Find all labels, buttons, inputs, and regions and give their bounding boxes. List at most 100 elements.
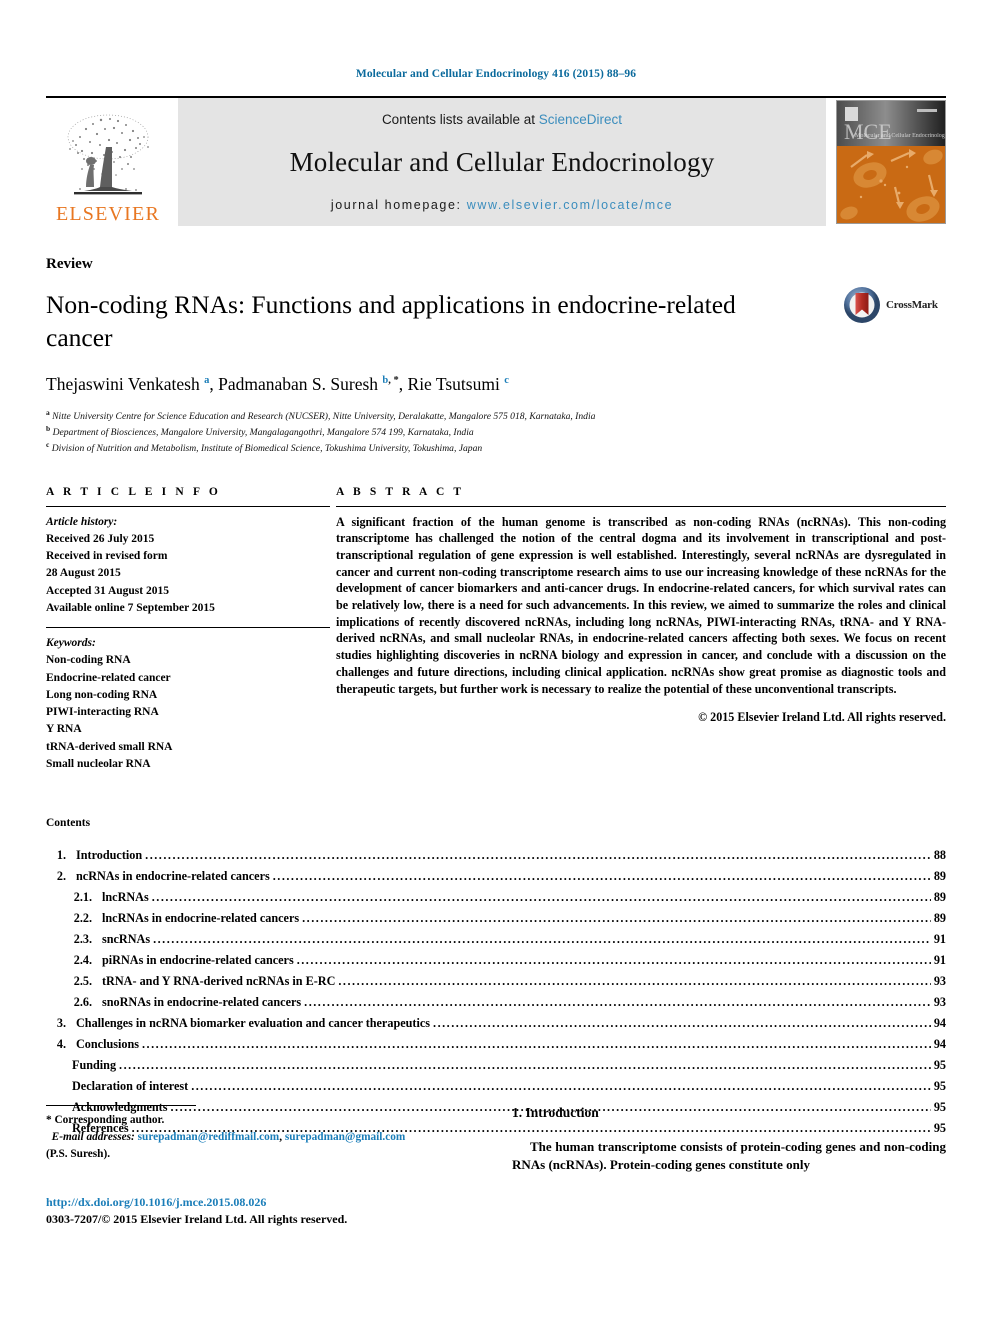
toc-leader-dots: ........................................…	[338, 974, 930, 989]
toc-entry-label: Funding	[72, 1057, 117, 1072]
article-info-heading: A R T I C L E I N F O	[46, 485, 221, 498]
toc-entry-label: sncRNAs	[102, 932, 151, 947]
elsevier-logo: ELSEVIER	[46, 98, 170, 226]
email-label: E-mail addresses:	[51, 1130, 135, 1143]
affiliation-list: a Nitte University Centre for Science Ed…	[46, 408, 946, 455]
masthead-center-panel: Contents lists available at ScienceDirec…	[178, 98, 826, 226]
page-title: Non-coding RNAs: Functions and applicati…	[46, 290, 736, 352]
elsevier-wordmark: ELSEVIER	[55, 203, 161, 225]
toc-entry-number: 1.	[56, 848, 66, 863]
article-history-label: Article history:	[46, 515, 118, 528]
abstract-heading: A B S T R A C T	[336, 485, 465, 498]
abstract-body: A significant fraction of the human geno…	[336, 514, 946, 696]
svg-text:MCE: MCE	[844, 119, 892, 144]
crossmark-icon	[844, 287, 880, 323]
keyword-item: Endocrine-related cancer	[46, 671, 171, 684]
keyword-item: Non-coding RNA	[46, 654, 131, 667]
toc-entry-page: 93	[933, 995, 946, 1010]
sciencedirect-link[interactable]: ScienceDirect	[539, 112, 622, 127]
issn-copyright-line: 0303-7207/© 2015 Elsevier Ireland Ltd. A…	[46, 1211, 348, 1226]
toc-entry[interactable]: 1. Introduction..........................…	[46, 845, 946, 866]
info-abstract-section: A R T I C L E I N F O Article history: R…	[46, 486, 946, 774]
toc-entry-number: 2.5.	[73, 974, 92, 989]
toc-entry-number: 2.3.	[73, 932, 92, 947]
article-history-line: 28 August 2015	[46, 567, 121, 580]
crossmark-badge[interactable]: CrossMark	[842, 282, 946, 328]
article-info-column: A R T I C L E I N F O Article history: R…	[46, 486, 330, 774]
contents-available-line: Contents lists available at ScienceDirec…	[382, 112, 622, 127]
toc-entry-page: 89	[933, 869, 946, 884]
toc-entry-number: 2.	[56, 869, 66, 884]
journal-masthead: ELSEVIER Contents lists available at Sci…	[46, 96, 946, 226]
article-type-label: Review	[46, 256, 93, 272]
toc-entry-number: 4.	[56, 1037, 66, 1051]
toc-entry-label: snoRNAs in endocrine-related cancers	[102, 995, 302, 1010]
toc-entry-number: 2.2.	[73, 911, 92, 926]
toc-entry-number: 3.	[56, 1016, 66, 1031]
journal-cover-thumbnail: MCE Molecular and Cellular Endocrinology	[836, 100, 946, 224]
article-history-line: Received 26 July 2015	[46, 532, 155, 545]
corresponding-author-line: * Corresponding author.	[46, 1114, 165, 1126]
contents-available-prefix: Contents lists available at	[381, 112, 539, 127]
keyword-item: PIWI-interacting RNA	[46, 706, 159, 719]
toc-entry-number: 2.1.	[73, 890, 92, 905]
toc-entry-page: 91	[933, 953, 946, 968]
introduction-column: 1. Introduction The human transcriptome …	[512, 1105, 946, 1227]
toc-entry[interactable]: 2.5. tRNA- and Y RNA-derived ncRNAs in E-…	[46, 971, 946, 992]
toc-leader-dots: ........................................…	[296, 953, 931, 968]
toc-entry[interactable]: 2.3. sncRNAs.............................…	[46, 929, 946, 950]
article-history-lines: Received 26 July 2015 Received in revised…	[46, 531, 330, 617]
toc-entry-label: Conclusions	[76, 1037, 139, 1051]
abstract-column: A B S T R A C T A significant fraction o…	[330, 486, 946, 774]
crossmark-label: CrossMark	[886, 299, 938, 311]
toc-entry[interactable]: 2.4. piRNAs in endocrine-related cancers.…	[46, 950, 946, 971]
journal-title: Molecular and Cellular Endocrinology	[289, 147, 715, 177]
toc-entry[interactable]: 2.1. lncRNAs.............................…	[46, 887, 946, 908]
title-block: Review Non-coding RNAs: Functions and ap…	[46, 256, 946, 456]
corresponding-author-name: (P.S. Suresh).	[46, 1147, 111, 1160]
doi-link[interactable]: http://dx.doi.org/10.1016/j.mce.2015.08.…	[46, 1195, 476, 1210]
footnote-column: * Corresponding author. E-mail addresses…	[46, 1105, 476, 1227]
toc-leader-dots: ........................................…	[142, 1037, 931, 1051]
journal-homepage-link[interactable]: www.elsevier.com/locate/mce	[467, 198, 673, 212]
toc-entry[interactable]: 2.2. lncRNAs in endocrine-related cancers…	[46, 908, 946, 929]
keywords-rule	[46, 627, 330, 629]
toc-entry-page: 89	[933, 890, 946, 905]
table-of-contents: Contents 1. Introduction.................…	[46, 817, 946, 1139]
email-link-1[interactable]: surepadman@rediffmail.com	[138, 1131, 280, 1143]
toc-entry-page: 94	[933, 1037, 946, 1051]
toc-entry[interactable]: 2. ncRNAs in endocrine-related cancers...…	[46, 866, 946, 887]
journal-article-page: Molecular and Cellular Endocrinology 416…	[0, 0, 992, 1323]
keyword-item: tRNA-derived small RNA	[46, 740, 173, 753]
toc-entry[interactable]: 3. Challenges in ncRNA biomarker evaluati…	[46, 1013, 946, 1034]
toc-entry-page: 89	[933, 911, 946, 926]
contents-heading: Contents	[46, 817, 91, 830]
toc-entry-page: 91	[933, 932, 946, 947]
keywords-lines: Non-coding RNA Endocrine-related cancer Lo…	[46, 652, 330, 773]
abstract-rule	[336, 505, 946, 507]
toc-leader-dots: ........................................…	[191, 1078, 931, 1093]
toc-entry-label: lncRNAs	[102, 890, 149, 905]
toc-leader-dots: ........................................…	[153, 932, 931, 947]
toc-entry[interactable]: Declaration of interest.................…	[46, 1076, 946, 1097]
abstract-copyright: © 2015 Elsevier Ireland Ltd. All rights …	[698, 710, 946, 725]
toc-entry[interactable]: 2.6. snoRNAs in endocrine-related cancers…	[46, 992, 946, 1013]
toc-entry-number: 2.4.	[73, 953, 92, 968]
keyword-item: Small nucleolar RNA	[46, 757, 151, 770]
toc-leader-dots: ........................................…	[304, 995, 931, 1010]
toc-entry-label: Challenges in ncRNA biomarker evaluation…	[76, 1016, 431, 1031]
toc-entry-page: 88	[933, 848, 946, 863]
keyword-item: Y RNA	[46, 723, 82, 736]
email-separator: ,	[279, 1130, 283, 1143]
toc-leader-dots: ........................................…	[433, 1016, 931, 1031]
affiliation-b: b Department of Biosciences, Mangalore U…	[46, 424, 474, 439]
toc-entry[interactable]: 4. Conclusions...........................…	[46, 1034, 946, 1055]
journal-homepage-prefix: journal homepage:	[330, 198, 467, 212]
toc-leader-dots: ........................................…	[302, 911, 931, 926]
toc-entry[interactable]: Funding.................................…	[46, 1055, 946, 1076]
affiliation-c: c Division of Nutrition and Metabolism, …	[46, 439, 483, 455]
email-link-2[interactable]: surepadman@gmail.com	[285, 1131, 405, 1143]
article-info-rule	[46, 505, 330, 507]
toc-entry-label: ncRNAs in endocrine-related cancers	[76, 869, 270, 884]
email-line: E-mail addresses: surepadman@rediffmail.…	[46, 1129, 476, 1146]
